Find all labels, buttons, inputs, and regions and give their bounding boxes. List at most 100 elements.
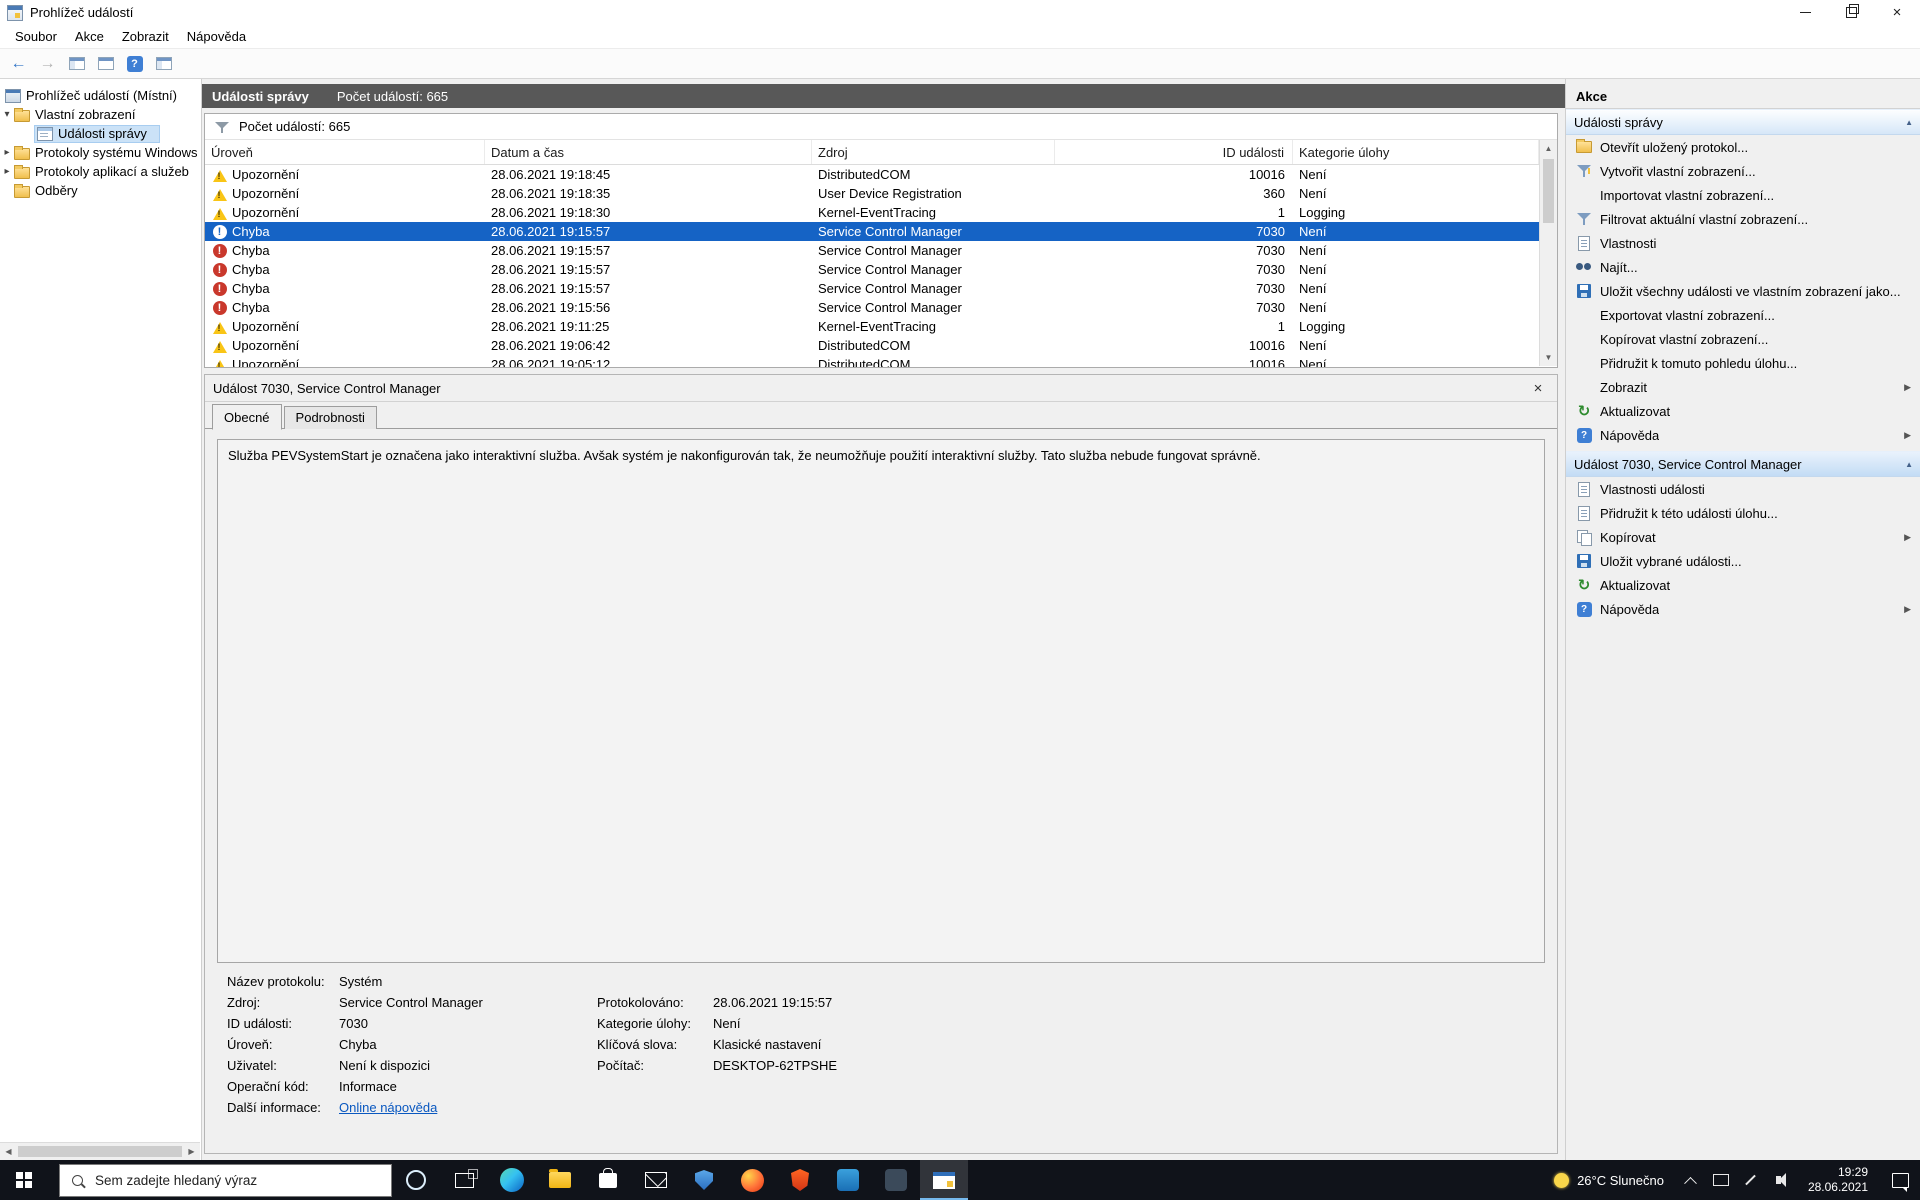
task-view-button[interactable] bbox=[440, 1160, 488, 1200]
action-refresh-event[interactable]: ↻ Aktualizovat bbox=[1566, 573, 1920, 597]
cortana-button[interactable] bbox=[392, 1160, 440, 1200]
action-properties[interactable]: Vlastnosti bbox=[1566, 231, 1920, 255]
event-row[interactable]: Chyba 28.06.2021 19:15:57 Service Contro… bbox=[205, 260, 1539, 279]
taskbar-security[interactable] bbox=[680, 1160, 728, 1200]
action-help-event[interactable]: ? Nápověda ▶ bbox=[1566, 597, 1920, 621]
event-row[interactable]: Upozornění 28.06.2021 19:18:35 User Devi… bbox=[205, 184, 1539, 203]
column-header-datetime[interactable]: Datum a čas bbox=[485, 140, 812, 164]
taskbar-file-explorer[interactable] bbox=[536, 1160, 584, 1200]
column-header-source[interactable]: Zdroj bbox=[812, 140, 1055, 164]
scroll-right-icon[interactable]: ▶ bbox=[183, 1143, 200, 1160]
tree-item-root[interactable]: Prohlížeč událostí (Místní) bbox=[0, 86, 201, 105]
taskbar-pinned-app-1[interactable] bbox=[824, 1160, 872, 1200]
menu-file[interactable]: Soubor bbox=[6, 27, 66, 46]
action-event-properties[interactable]: Vlastnosti události bbox=[1566, 477, 1920, 501]
taskbar-clock[interactable]: 19:29 28.06.2021 bbox=[1796, 1165, 1880, 1195]
center-panel: Události správy Počet událostí: 665 Poče… bbox=[202, 79, 1565, 1160]
action-open-saved-log[interactable]: Otevřít uložený protokol... bbox=[1566, 135, 1920, 159]
taskbar-firefox[interactable] bbox=[728, 1160, 776, 1200]
action-save-selected-events[interactable]: Uložit vybrané události... bbox=[1566, 549, 1920, 573]
event-row[interactable]: Upozornění 28.06.2021 19:18:30 Kernel-Ev… bbox=[205, 203, 1539, 222]
menu-help[interactable]: Nápověda bbox=[178, 27, 255, 46]
minimize-button[interactable] bbox=[1782, 0, 1828, 25]
console-tree-panel: Prohlížeč událostí (Místní) ▾ Vlastní zo… bbox=[0, 79, 202, 1160]
event-description: Služba PEVSystemStart je označena jako i… bbox=[217, 439, 1545, 963]
taskbar-brave[interactable] bbox=[776, 1160, 824, 1200]
action-pane-toggle-button[interactable] bbox=[150, 52, 177, 76]
action-refresh[interactable]: ↻ Aktualizovat bbox=[1566, 399, 1920, 423]
forward-button[interactable]: → bbox=[34, 52, 61, 76]
action-copy-event[interactable]: Kopírovat ▶ bbox=[1566, 525, 1920, 549]
taskbar-mail[interactable] bbox=[632, 1160, 680, 1200]
show-console-tree-button[interactable] bbox=[63, 52, 90, 76]
help-toolbar-button[interactable]: ? bbox=[121, 52, 148, 76]
detail-close-icon[interactable]: × bbox=[1527, 380, 1549, 397]
taskbar-search[interactable] bbox=[59, 1164, 392, 1197]
event-row-selected[interactable]: Chyba 28.06.2021 19:15:57 Service Contro… bbox=[205, 222, 1539, 241]
action-copy-custom-view[interactable]: Kopírovat vlastní zobrazení... bbox=[1566, 327, 1920, 351]
event-row[interactable]: Upozornění 28.06.2021 19:18:45 Distribut… bbox=[205, 165, 1539, 184]
actions-section-view-header[interactable]: Události správy ▲ bbox=[1566, 109, 1920, 135]
taskbar-store[interactable] bbox=[584, 1160, 632, 1200]
action-attach-task-to-view[interactable]: Přidružit k tomuto pohledu úlohu... bbox=[1566, 351, 1920, 375]
search-input[interactable] bbox=[93, 1172, 377, 1189]
collapse-section-icon[interactable]: ▲ bbox=[1905, 118, 1913, 127]
action-view-menu[interactable]: Zobrazit ▶ bbox=[1566, 375, 1920, 399]
tab-details[interactable]: Podrobnosti bbox=[284, 406, 377, 429]
column-header-level[interactable]: Úroveň bbox=[205, 140, 485, 164]
expander-expanded-icon[interactable]: ▾ bbox=[0, 109, 14, 120]
weather-widget[interactable]: 26°C Slunečno bbox=[1542, 1173, 1676, 1188]
actions-section-event-header[interactable]: Událost 7030, Service Control Manager ▲ bbox=[1566, 451, 1920, 477]
restore-button[interactable] bbox=[1828, 0, 1874, 25]
action-import-custom-view[interactable]: Importovat vlastní zobrazení... bbox=[1566, 183, 1920, 207]
column-header-task-category[interactable]: Kategorie úlohy bbox=[1293, 140, 1539, 164]
column-header-event-id[interactable]: ID události bbox=[1055, 140, 1293, 164]
action-export-custom-view[interactable]: Exportovat vlastní zobrazení... bbox=[1566, 303, 1920, 327]
close-button[interactable]: × bbox=[1874, 0, 1920, 25]
volume-tray-button[interactable] bbox=[1766, 1160, 1796, 1200]
event-row[interactable]: Chyba 28.06.2021 19:15:57 Service Contro… bbox=[205, 241, 1539, 260]
event-row[interactable]: Upozornění 28.06.2021 19:05:12 Distribut… bbox=[205, 355, 1539, 367]
chevron-up-icon bbox=[1685, 1176, 1698, 1189]
scrollbar-thumb[interactable] bbox=[1543, 159, 1554, 223]
collapse-section-icon[interactable]: ▲ bbox=[1905, 460, 1913, 469]
show-hidden-icons-button[interactable] bbox=[1676, 1160, 1706, 1200]
event-row[interactable]: Upozornění 28.06.2021 19:11:25 Kernel-Ev… bbox=[205, 317, 1539, 336]
menu-view[interactable]: Zobrazit bbox=[113, 27, 178, 46]
expander-collapsed-icon[interactable]: ▸ bbox=[0, 147, 14, 158]
taskbar-pinned-app-2[interactable] bbox=[872, 1160, 920, 1200]
scroll-left-icon[interactable]: ◀ bbox=[0, 1143, 17, 1160]
field-more-info-label: Další informace: bbox=[227, 1099, 339, 1116]
taskbar-event-viewer-active[interactable] bbox=[920, 1160, 968, 1200]
back-button[interactable]: ← bbox=[5, 52, 32, 76]
tree-item-windows-logs[interactable]: ▸ Protokoly systému Windows bbox=[0, 143, 201, 162]
tab-general[interactable]: Obecné bbox=[212, 404, 282, 430]
tree-horizontal-scrollbar[interactable]: ◀ ▶ bbox=[0, 1142, 200, 1160]
pen-tray-button[interactable] bbox=[1736, 1160, 1766, 1200]
event-row[interactable]: Upozornění 28.06.2021 19:06:42 Distribut… bbox=[205, 336, 1539, 355]
action-save-all-events-as[interactable]: Uložit všechny události ve vlastním zobr… bbox=[1566, 279, 1920, 303]
export-list-button[interactable] bbox=[92, 52, 119, 76]
start-button[interactable] bbox=[0, 1160, 48, 1200]
action-help[interactable]: ? Nápověda ▶ bbox=[1566, 423, 1920, 447]
scroll-down-icon[interactable]: ▼ bbox=[1540, 349, 1557, 366]
taskbar-edge[interactable] bbox=[488, 1160, 536, 1200]
action-filter-current-view[interactable]: Filtrovat aktuální vlastní zobrazení... bbox=[1566, 207, 1920, 231]
tree-item-app-logs[interactable]: ▸ Protokoly aplikací a služeb bbox=[0, 162, 201, 181]
tree-item-custom-views[interactable]: ▾ Vlastní zobrazení bbox=[0, 105, 201, 124]
tree-item-admin-events[interactable]: Události správy bbox=[0, 124, 201, 143]
action-find[interactable]: Najít... bbox=[1566, 255, 1920, 279]
scroll-up-icon[interactable]: ▲ bbox=[1540, 140, 1557, 157]
event-row[interactable]: Chyba 28.06.2021 19:15:57 Service Contro… bbox=[205, 279, 1539, 298]
action-create-custom-view[interactable]: Vytvořit vlastní zobrazení... bbox=[1566, 159, 1920, 183]
action-attach-task-to-event[interactable]: Přidružit k této události úlohu... bbox=[1566, 501, 1920, 525]
expander-collapsed-icon[interactable]: ▸ bbox=[0, 166, 14, 177]
tree-item-subscriptions[interactable]: Odběry bbox=[0, 181, 201, 200]
scrollbar-thumb[interactable] bbox=[18, 1146, 182, 1157]
display-tray-button[interactable] bbox=[1706, 1160, 1736, 1200]
event-row[interactable]: Chyba 28.06.2021 19:15:56 Service Contro… bbox=[205, 298, 1539, 317]
events-vertical-scrollbar[interactable]: ▲ ▼ bbox=[1539, 140, 1557, 366]
action-center-button[interactable] bbox=[1880, 1160, 1920, 1200]
menu-action[interactable]: Akce bbox=[66, 27, 113, 46]
online-help-link[interactable]: Online nápověda bbox=[339, 1100, 437, 1115]
